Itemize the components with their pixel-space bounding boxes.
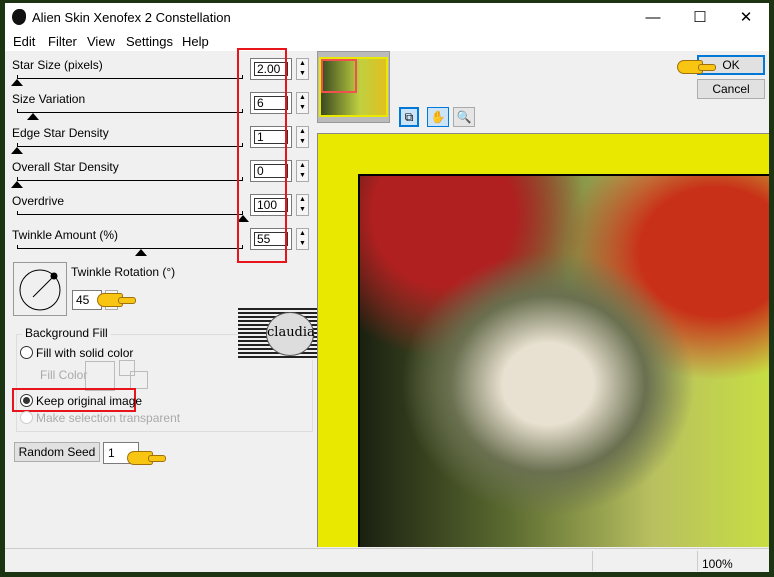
- slider-track[interactable]: [17, 245, 243, 256]
- slider-thumb[interactable]: [11, 147, 23, 154]
- slider-spinner[interactable]: ▲ ▼: [296, 126, 309, 148]
- menu-bar: Edit Filter View Settings Help: [5, 32, 769, 51]
- slider-label: Overdrive: [12, 194, 65, 208]
- cancel-button[interactable]: Cancel: [697, 79, 765, 99]
- pointing-hand-icon: [127, 451, 166, 465]
- slider-thumb[interactable]: [11, 181, 23, 188]
- slider-thumb[interactable]: [26, 113, 39, 120]
- keep-original-radio[interactable]: [20, 394, 33, 407]
- pointing-hand-icon: [97, 293, 136, 307]
- navigator-thumbnail[interactable]: [317, 51, 390, 123]
- slider-label: Star Size (pixels): [12, 58, 103, 72]
- watermark-text: claudia: [266, 312, 315, 356]
- viewport-rect[interactable]: [321, 59, 357, 93]
- slider-track[interactable]: [11, 75, 243, 86]
- slider-thumb[interactable]: [135, 249, 148, 256]
- menu-settings[interactable]: Settings: [126, 34, 173, 49]
- fill-color-swatch[interactable]: [85, 361, 115, 391]
- preview-image: [358, 174, 769, 547]
- rotation-dial[interactable]: [13, 262, 67, 316]
- constellation-dialog: Alien Skin Xenofex 2 Constellation — ☐ ✕…: [5, 3, 769, 572]
- slider-label: Twinkle Amount (%): [12, 228, 119, 242]
- menu-help[interactable]: Help: [182, 34, 209, 49]
- slider-spinner[interactable]: ▲ ▼: [296, 58, 309, 80]
- slider-track[interactable]: [11, 143, 243, 154]
- preview-toggle-icon[interactable]: ⧉: [399, 107, 419, 127]
- slider-spinner[interactable]: ▲ ▼: [296, 194, 309, 216]
- fill-solid-label: Fill with solid color: [36, 346, 134, 360]
- transparent-label: Make selection transparent: [36, 411, 181, 425]
- slider-track[interactable]: [11, 177, 243, 188]
- hand-tool-icon[interactable]: ✋: [427, 107, 449, 127]
- highlight-box: [237, 48, 287, 263]
- menu-filter[interactable]: Filter: [48, 34, 77, 49]
- maximize-button[interactable]: ☐: [677, 3, 723, 32]
- zoom-tool-icon[interactable]: 🔍: [453, 107, 475, 127]
- pointing-hand-icon: [677, 60, 716, 74]
- slider-spinner[interactable]: ▲ ▼: [296, 92, 309, 114]
- slider-label: Size Variation: [12, 92, 86, 106]
- background-fill-label: Background Fill: [22, 326, 111, 340]
- color-picker-icon-back: [130, 371, 148, 389]
- window-title: Alien Skin Xenofex 2 Constellation: [32, 10, 231, 25]
- menu-view[interactable]: View: [87, 34, 115, 49]
- slider-thumb[interactable]: [11, 79, 23, 86]
- keep-original-label: Keep original image: [36, 394, 143, 408]
- zoom-level: 100%: [702, 557, 733, 571]
- preview-canvas[interactable]: [317, 133, 769, 547]
- slider-label: Overall Star Density: [12, 160, 119, 174]
- slider-spinner[interactable]: ▲ ▼: [296, 228, 309, 250]
- status-bar: 100%: [5, 548, 769, 572]
- slider-track[interactable]: [17, 211, 249, 222]
- minimize-button[interactable]: —: [630, 3, 676, 32]
- random-seed-button[interactable]: Random Seed: [14, 442, 100, 462]
- transparent-radio[interactable]: [20, 411, 33, 424]
- app-icon: [12, 9, 26, 25]
- fill-solid-radio[interactable]: [20, 346, 33, 359]
- slider-track[interactable]: [17, 109, 243, 120]
- menu-edit[interactable]: Edit: [13, 34, 35, 49]
- twinkle-rotation-label: Twinkle Rotation (°): [71, 265, 176, 279]
- slider-spinner[interactable]: ▲ ▼: [296, 160, 309, 182]
- close-button[interactable]: ✕: [723, 3, 769, 32]
- title-bar: Alien Skin Xenofex 2 Constellation — ☐ ✕: [5, 3, 769, 32]
- fill-color-label: Fill Color: [40, 368, 88, 382]
- slider-label: Edge Star Density: [12, 126, 109, 140]
